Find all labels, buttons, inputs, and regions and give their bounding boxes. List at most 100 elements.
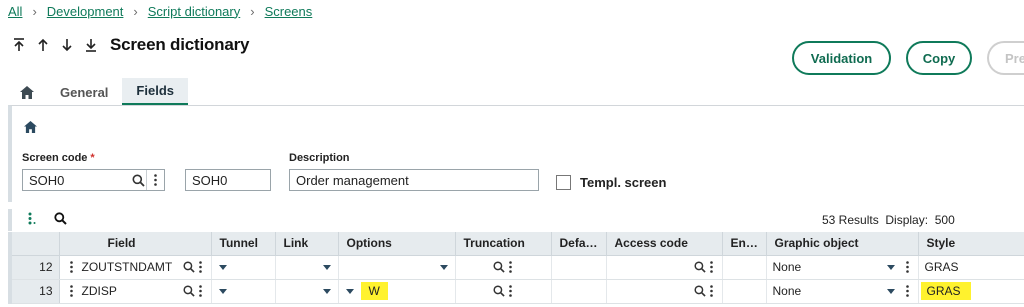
- style-value: GRAS: [920, 282, 971, 300]
- table-row: 12 ZOUTSTNDAMT None GRAS: [12, 255, 1024, 280]
- search-icon[interactable]: [693, 285, 706, 297]
- tab-home[interactable]: [8, 78, 46, 106]
- breadcrumb-all[interactable]: All: [8, 4, 22, 19]
- results-summary: 53 Results Display: 500: [822, 213, 955, 227]
- link-cell[interactable]: [275, 255, 339, 280]
- options-cell[interactable]: W: [338, 279, 456, 304]
- row-menu-icon[interactable]: [68, 261, 76, 273]
- description-label: Description: [289, 152, 350, 164]
- title-bar: Screen dictionary: [8, 34, 249, 56]
- column-header-options[interactable]: Options: [338, 232, 456, 256]
- more-options-icon[interactable]: [507, 261, 515, 273]
- tab-fields[interactable]: Fields: [122, 78, 188, 106]
- templ-screen-checkbox[interactable]: [556, 175, 571, 190]
- more-options-icon[interactable]: [197, 261, 205, 273]
- options-value: W: [360, 282, 388, 300]
- search-icon[interactable]: [182, 285, 195, 297]
- tunnel-cell[interactable]: [211, 279, 276, 304]
- screen-code-value: SOH0: [29, 172, 65, 188]
- home-icon[interactable]: [24, 121, 37, 136]
- dropdown-arrow-icon[interactable]: [439, 262, 449, 272]
- breadcrumb-development[interactable]: Development: [47, 4, 124, 19]
- column-header-style[interactable]: Style: [918, 232, 1024, 256]
- enterable-cell[interactable]: [722, 255, 767, 280]
- link-cell[interactable]: [275, 279, 339, 304]
- display-label: Display:: [885, 213, 929, 227]
- style-cell[interactable]: GRAS: [918, 255, 1024, 280]
- display-count[interactable]: 500: [935, 213, 955, 227]
- field-cell[interactable]: ZDISP: [59, 279, 212, 304]
- graphic-object-cell[interactable]: None: [766, 255, 919, 280]
- column-header-truncation[interactable]: Truncation: [455, 232, 552, 256]
- dropdown-arrow-icon[interactable]: [218, 286, 228, 296]
- validation-button[interactable]: Validation: [792, 41, 891, 75]
- default-cell[interactable]: [551, 255, 607, 280]
- style-cell[interactable]: GRAS: [918, 279, 1024, 304]
- screen-code-label: Screen code *: [22, 152, 95, 164]
- column-header-field[interactable]: Field: [59, 232, 212, 256]
- truncation-cell[interactable]: [455, 279, 552, 304]
- dropdown-arrow-icon[interactable]: [886, 262, 896, 272]
- column-header-graphic-object[interactable]: Graphic object: [766, 232, 919, 256]
- search-icon[interactable]: [492, 261, 505, 273]
- dropdown-arrow-icon[interactable]: [886, 286, 896, 296]
- options-cell[interactable]: [338, 255, 456, 280]
- chevron-right-icon: ›: [250, 3, 255, 19]
- graphic-object-value: None: [772, 284, 802, 298]
- column-header-access-code[interactable]: Access code: [606, 232, 723, 256]
- more-options-icon[interactable]: [904, 285, 912, 297]
- row-menu-icon[interactable]: [68, 285, 76, 297]
- column-header-link[interactable]: Link: [275, 232, 339, 256]
- style-value: GRAS: [924, 260, 959, 274]
- more-options-icon[interactable]: [708, 261, 716, 273]
- next-record-icon[interactable]: [56, 34, 78, 56]
- column-header-default[interactable]: Defa…: [551, 232, 607, 256]
- header-panel: Screen code * SOH0 SOH0 Description Order…: [8, 105, 1024, 202]
- more-options-icon[interactable]: [708, 285, 716, 297]
- tunnel-cell[interactable]: [211, 255, 276, 280]
- search-icon[interactable]: [693, 261, 706, 273]
- more-options-icon[interactable]: [904, 261, 912, 273]
- last-record-icon[interactable]: [80, 34, 102, 56]
- more-options-icon[interactable]: [507, 285, 515, 297]
- description-input[interactable]: Order management: [289, 169, 539, 191]
- field-value: ZDISP: [81, 284, 117, 298]
- search-icon[interactable]: [54, 212, 67, 228]
- enterable-cell[interactable]: [722, 279, 767, 304]
- breadcrumb-screens[interactable]: Screens: [265, 4, 313, 19]
- results-count: 53 Results: [822, 213, 879, 227]
- access-code-cell[interactable]: [606, 279, 723, 304]
- chevron-right-icon: ›: [133, 3, 138, 19]
- truncation-cell[interactable]: [455, 255, 552, 280]
- dropdown-arrow-icon[interactable]: [322, 262, 332, 272]
- default-cell[interactable]: [551, 279, 607, 304]
- chevron-right-icon: ›: [32, 3, 37, 19]
- search-icon[interactable]: [492, 285, 505, 297]
- grid-header-row: Field Tunnel Link Options Truncation Def…: [12, 232, 1024, 256]
- screen-code-input[interactable]: SOH0: [22, 169, 165, 191]
- copy-button[interactable]: Copy: [906, 41, 972, 75]
- graphic-object-cell[interactable]: None: [766, 279, 919, 304]
- grid-menu-icon[interactable]: [28, 212, 36, 228]
- row-number: 12: [12, 255, 60, 280]
- column-header-enterable[interactable]: En…: [722, 232, 767, 256]
- preview-button: Pre: [987, 41, 1024, 75]
- search-icon[interactable]: [182, 261, 195, 273]
- previous-record-icon[interactable]: [32, 34, 54, 56]
- field-cell[interactable]: ZOUTSTNDAMT: [59, 255, 212, 280]
- column-header-tunnel[interactable]: Tunnel: [211, 232, 276, 256]
- breadcrumb-script-dictionary[interactable]: Script dictionary: [148, 4, 240, 19]
- more-options-icon[interactable]: [197, 285, 205, 297]
- page-title: Screen dictionary: [110, 35, 250, 54]
- dropdown-arrow-icon[interactable]: [345, 286, 355, 296]
- screen-code-secondary-field: SOH0: [185, 169, 271, 191]
- first-record-icon[interactable]: [8, 34, 30, 56]
- breadcrumb: All › Development › Script dictionary › …: [8, 2, 312, 20]
- search-icon[interactable]: [130, 170, 146, 190]
- description-value: Order management: [296, 172, 409, 188]
- dropdown-arrow-icon[interactable]: [322, 286, 332, 296]
- tab-general[interactable]: General: [46, 78, 122, 106]
- access-code-cell[interactable]: [606, 255, 723, 280]
- more-options-icon[interactable]: [146, 170, 164, 190]
- dropdown-arrow-icon[interactable]: [218, 262, 228, 272]
